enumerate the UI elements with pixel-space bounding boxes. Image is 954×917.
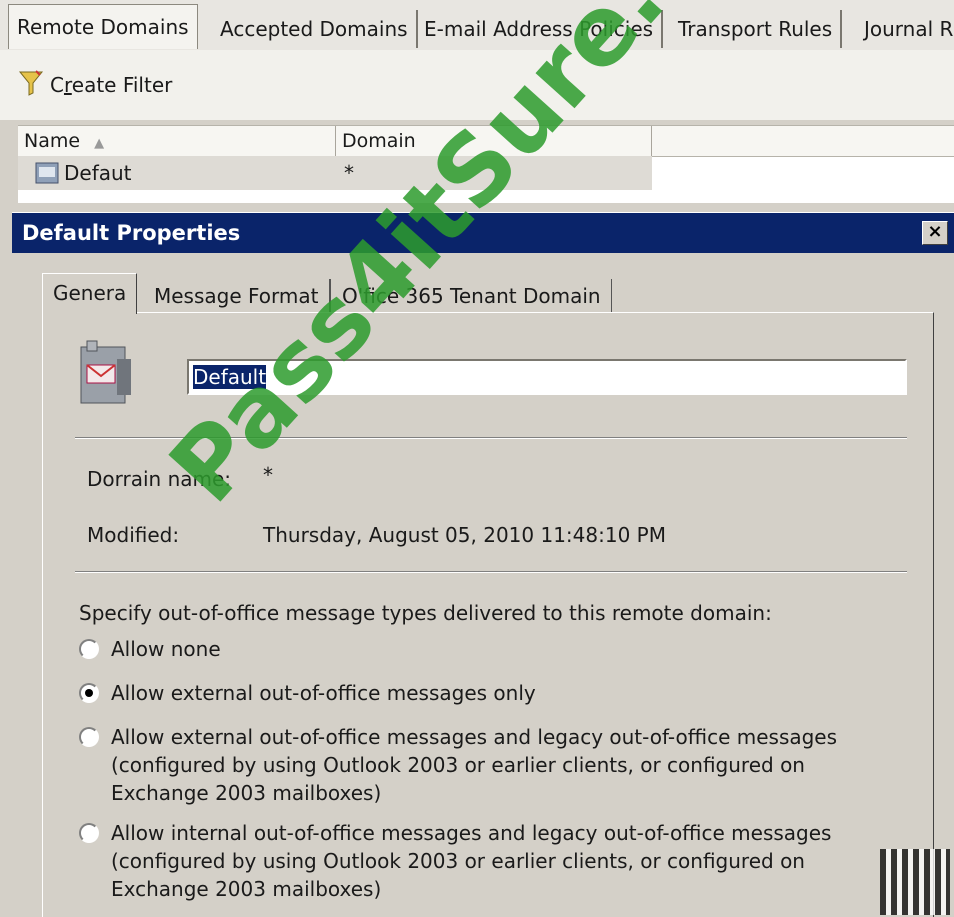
tab-office365-tenant-domain[interactable]: O'fice 365 Tenant Domain	[332, 279, 612, 313]
radio-button[interactable]	[79, 639, 99, 659]
modified-value: Thursday, August 05, 2010 11:48:10 PM	[263, 523, 666, 547]
radio-button[interactable]	[79, 683, 99, 703]
list-header: Name ▲ Domain	[18, 125, 954, 157]
radio-button[interactable]	[79, 823, 99, 843]
dialog-title: Default Properties	[22, 221, 241, 245]
radio-label: Allow none	[111, 637, 221, 661]
cell-name: Defaut	[64, 161, 132, 185]
radio-allow-external-and-legacy[interactable]: Allow external out-of-office messages an…	[79, 723, 859, 807]
domain-name-value: *	[263, 463, 273, 487]
remote-domain-icon	[34, 161, 60, 189]
create-filter-button[interactable]: Create Filter	[18, 68, 172, 102]
radio-label: Allow external out-of-office messages an…	[111, 725, 838, 805]
radio-label: Allow internal out-of-office messages an…	[111, 821, 832, 901]
top-tab-strip: Remote Domains Accepted Domains E-mail A…	[0, 0, 954, 51]
remote-domains-list: Name ▲ Domain Defaut *	[18, 125, 954, 203]
sort-ascending-icon: ▲	[94, 136, 105, 151]
radio-allow-external-only[interactable]: Allow external out-of-office messages on…	[79, 679, 879, 707]
radio-allow-internal-and-legacy[interactable]: Allow internal out-of-office messages an…	[79, 819, 859, 903]
tab-remote-domains[interactable]: Remote Domains	[8, 4, 198, 49]
dialog-titlebar[interactable]: Default Properties ×	[12, 213, 954, 253]
radio-allow-none[interactable]: Allow none	[79, 635, 879, 663]
radio-label: Allow external out-of-office messages on…	[111, 681, 536, 705]
tab-general[interactable]: Genera	[42, 273, 138, 314]
column-header-empty	[652, 126, 954, 156]
tab-journal-rules[interactable]: Journal R	[856, 10, 954, 48]
remote-domain-large-icon	[75, 339, 137, 413]
radio-button[interactable]	[79, 727, 99, 747]
toolbar: Create Filter	[0, 50, 954, 120]
tab-accepted-domains[interactable]: Accepted Domains	[212, 10, 418, 48]
table-row[interactable]: Defaut *	[18, 156, 652, 190]
divider	[75, 437, 907, 439]
filter-icon	[18, 69, 44, 102]
ooo-prompt: Specify out-of-office message types deli…	[79, 601, 772, 625]
tab-transport-rules[interactable]: Transport Rules	[670, 10, 843, 48]
create-filter-label: Create Filter	[50, 73, 173, 97]
column-header-domain[interactable]: Domain	[336, 126, 652, 156]
tab-email-address-policies[interactable]: E-mail Address Policies	[416, 10, 664, 48]
general-tab-panel: Default Dorrain name: * Modified: Thursd…	[42, 312, 934, 917]
properties-dialog: Default Properties × Genera Message Form…	[12, 212, 954, 917]
qr-code-image	[880, 849, 950, 915]
modified-label: Modified:	[87, 523, 180, 547]
domain-name-field[interactable]: Default	[187, 359, 907, 395]
cell-domain: *	[344, 161, 354, 185]
tab-message-format[interactable]: Message Format	[144, 279, 331, 313]
column-header-name[interactable]: Name ▲	[18, 126, 336, 156]
close-button[interactable]: ×	[922, 221, 948, 245]
divider	[75, 571, 907, 573]
domain-name-label: Dorrain name:	[87, 467, 232, 491]
name-field-value: Default	[193, 365, 267, 389]
